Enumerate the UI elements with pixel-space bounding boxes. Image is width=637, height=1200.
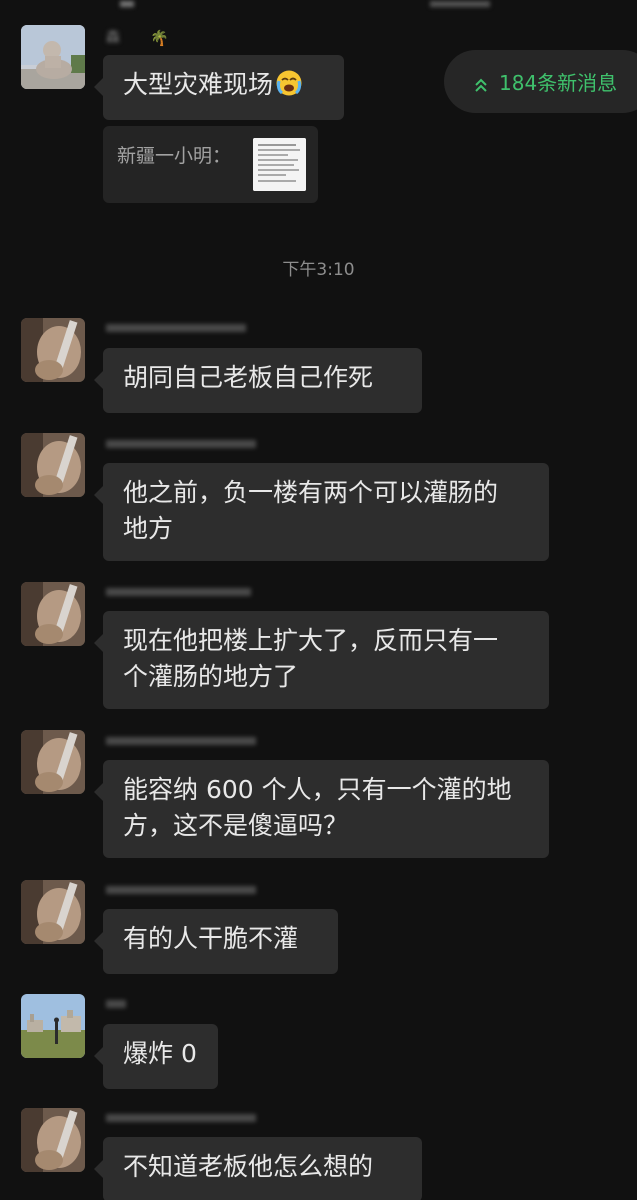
message-bubble[interactable]: 胡同自己老板自己作死 xyxy=(94,348,422,413)
quoted-image-thumbnail[interactable] xyxy=(253,138,306,191)
hand-photo-icon xyxy=(21,1108,85,1172)
message-text: 有的人干脆不灌 xyxy=(123,924,299,953)
message-text: 胡同自己老板自己作死 xyxy=(123,363,374,392)
message-text: 不知道老板他怎么想的 xyxy=(123,1152,374,1181)
quoted-sender-label: 新疆一小明： xyxy=(117,145,232,167)
avatar[interactable] xyxy=(21,318,85,382)
avatar[interactable] xyxy=(21,433,85,497)
message-bubble[interactable]: 有的人干脆不灌 xyxy=(94,909,338,974)
chevron-double-up-icon xyxy=(473,74,489,92)
message-bubble[interactable]: 他之前，负一楼有两个可以灌肠的 地方 xyxy=(94,463,549,561)
avatar[interactable] xyxy=(21,1108,85,1172)
sender-name xyxy=(106,1114,256,1122)
avatar[interactable] xyxy=(21,880,85,944)
hand-photo-icon xyxy=(21,318,85,382)
hand-photo-icon xyxy=(21,730,85,794)
chat-screen: 森 🌴 大型灾难现场 新疆一小明： 184条新消息 下午3:10 胡同自己老板自… xyxy=(0,0,637,1200)
crying-face-emoji xyxy=(275,69,303,107)
hand-photo-icon xyxy=(21,880,85,944)
message-bubble[interactable]: 现在他把楼上扩大了，反而只有一 个灌肠的地方了 xyxy=(94,611,549,709)
message-bubble[interactable]: 不知道老板他怎么想的 xyxy=(94,1137,422,1200)
sender-name xyxy=(106,440,256,448)
message-bubble[interactable]: 大型灾难现场 xyxy=(94,55,344,120)
document-thumbnail-icon xyxy=(253,138,306,191)
sender-name: 森 xyxy=(106,29,120,47)
new-messages-button[interactable]: 184条新消息 xyxy=(444,50,637,113)
statue-photo-icon xyxy=(21,25,85,89)
message-text-line: 个灌肠的地方了 xyxy=(123,662,299,691)
landscape-photo-icon xyxy=(21,994,85,1058)
avatar[interactable] xyxy=(21,994,85,1058)
avatar[interactable] xyxy=(21,582,85,646)
previous-message-fragment xyxy=(100,0,520,7)
sender-name xyxy=(106,886,256,894)
quoted-message[interactable]: 新疆一小明： xyxy=(103,126,318,203)
message-text: 大型灾难现场 xyxy=(123,70,274,99)
hand-photo-icon xyxy=(21,582,85,646)
message-text-line: 方，这不是傻逼吗？ xyxy=(123,811,349,840)
message-text-line: 地方 xyxy=(123,514,174,543)
sender-name xyxy=(106,1000,126,1008)
message-text-line: 现在他把楼上扩大了，反而只有一 xyxy=(123,626,499,655)
new-messages-count: 184条新消息 xyxy=(499,71,618,95)
message-text-line: 他之前，负一楼有两个可以灌肠的 xyxy=(123,478,499,507)
message-text: 爆炸 0 xyxy=(123,1039,197,1068)
palm-tree-emoji: 🌴 xyxy=(150,29,169,47)
time-divider: 下午3:10 xyxy=(282,260,355,280)
sender-name xyxy=(106,737,256,745)
sender-name xyxy=(106,324,246,332)
avatar[interactable] xyxy=(21,730,85,794)
hand-photo-icon xyxy=(21,433,85,497)
message-bubble[interactable]: 能容纳 600 个人，只有一个灌的地 方，这不是傻逼吗？ xyxy=(94,760,549,858)
sender-name xyxy=(106,588,251,596)
avatar[interactable] xyxy=(21,25,85,89)
sender-name-text: 森 xyxy=(106,30,120,46)
message-text-line: 能容纳 600 个人，只有一个灌的地 xyxy=(123,775,512,804)
message-bubble[interactable]: 爆炸 0 xyxy=(94,1024,218,1089)
